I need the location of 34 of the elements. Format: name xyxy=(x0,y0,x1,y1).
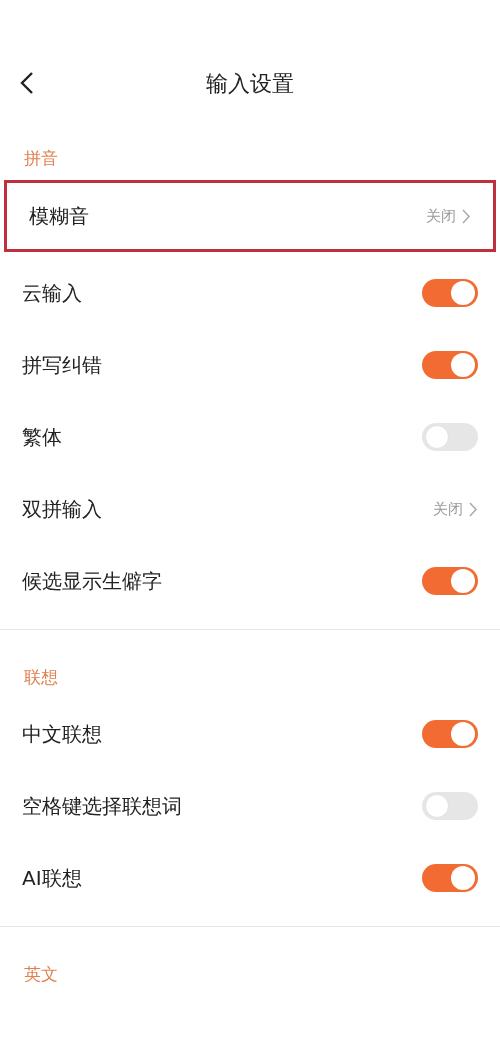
row-value: 关闭 xyxy=(433,498,463,520)
toggle-switch[interactable] xyxy=(422,792,478,820)
back-icon[interactable] xyxy=(20,71,34,95)
settings-row[interactable]: 云输入 xyxy=(0,257,500,329)
settings-row[interactable]: 拼写纠错 xyxy=(0,329,500,401)
row-label: 空格键选择联想词 xyxy=(22,793,182,820)
settings-row[interactable]: 中文联想 xyxy=(0,698,500,770)
toggle-switch[interactable] xyxy=(422,423,478,451)
toggle-switch[interactable] xyxy=(422,567,478,595)
toggle-switch[interactable] xyxy=(422,720,478,748)
section-title: 拼音 xyxy=(24,146,58,170)
section-title: 英文 xyxy=(24,962,58,986)
row-label: 繁体 xyxy=(22,424,62,451)
toggle-switch[interactable] xyxy=(422,279,478,307)
chevron-right-icon xyxy=(462,208,471,224)
row-label: 云输入 xyxy=(22,280,82,307)
settings-row[interactable]: 候选显示生僻字 xyxy=(0,545,500,617)
settings-row[interactable]: 双拼输入 关闭 xyxy=(0,473,500,545)
toggle-switch[interactable] xyxy=(422,351,478,379)
row-label: AI联想 xyxy=(22,865,82,892)
settings-row[interactable]: 模糊音 关闭 xyxy=(4,180,496,252)
settings-row[interactable]: AI联想 xyxy=(0,842,500,914)
section-title: 联想 xyxy=(24,665,58,689)
row-value: 关闭 xyxy=(426,205,456,227)
row-label: 模糊音 xyxy=(29,203,89,230)
chevron-right-icon xyxy=(469,501,478,517)
row-label: 拼写纠错 xyxy=(22,352,102,379)
page-title: 输入设置 xyxy=(206,69,294,98)
settings-row[interactable]: 繁体 xyxy=(0,401,500,473)
toggle-switch[interactable] xyxy=(422,864,478,892)
row-label: 候选显示生僻字 xyxy=(22,568,162,595)
row-label: 中文联想 xyxy=(22,721,102,748)
settings-row[interactable]: 空格键选择联想词 xyxy=(0,770,500,842)
row-label: 双拼输入 xyxy=(22,496,102,523)
